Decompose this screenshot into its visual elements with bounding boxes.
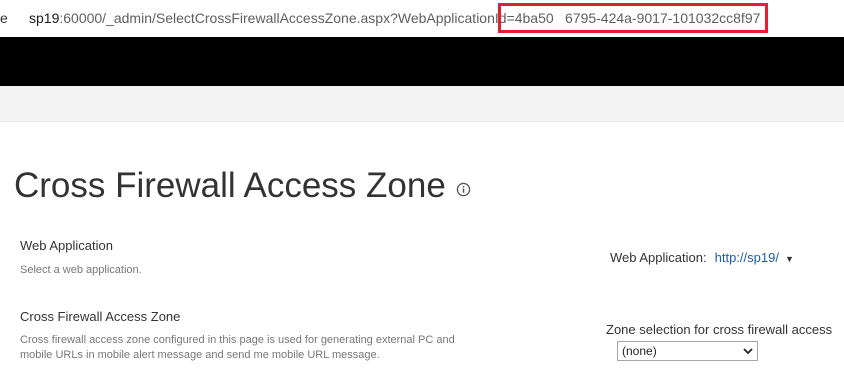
zone-select-dropdown[interactable]: (none) — [617, 341, 758, 361]
suite-bar — [0, 37, 844, 86]
page-title: Cross Firewall Access Zone — [14, 165, 471, 207]
url-text[interactable]: sp19:60000/_admin/SelectCrossFirewallAcc… — [29, 10, 554, 26]
highlight-box — [498, 3, 768, 33]
web-application-selector-label: Web Application: — [610, 250, 707, 265]
address-bar[interactable]: e sp19:60000/_admin/SelectCrossFirewallA… — [0, 0, 844, 38]
web-application-selector: Web Application: http://sp19/ ▼ — [610, 250, 794, 265]
caret-down-icon[interactable]: ▼ — [785, 254, 794, 264]
zone-section-description: Cross firewall access zone configured in… — [20, 334, 455, 361]
zone-selection-label: Zone selection for cross firewall access — [606, 322, 833, 337]
zone-section-title: Cross Firewall Access Zone — [20, 309, 181, 324]
zone-select-value: (none) — [622, 344, 657, 358]
url-path: :60000/_admin/SelectCrossFirewallAccessZ… — [59, 10, 554, 26]
ribbon-bar — [0, 86, 844, 122]
web-application-section-description: Select a web application. — [20, 264, 142, 276]
web-application-section-title: Web Application — [20, 238, 113, 253]
url-host: sp19 — [29, 10, 60, 26]
address-bar-left-fragment: e — [0, 10, 8, 26]
chevron-down-icon — [743, 345, 753, 359]
page: e sp19:60000/_admin/SelectCrossFirewallA… — [0, 0, 844, 375]
web-application-selector-link[interactable]: http://sp19/ — [715, 250, 779, 265]
page-title-text: Cross Firewall Access Zone — [14, 166, 446, 205]
info-icon[interactable] — [456, 165, 471, 207]
